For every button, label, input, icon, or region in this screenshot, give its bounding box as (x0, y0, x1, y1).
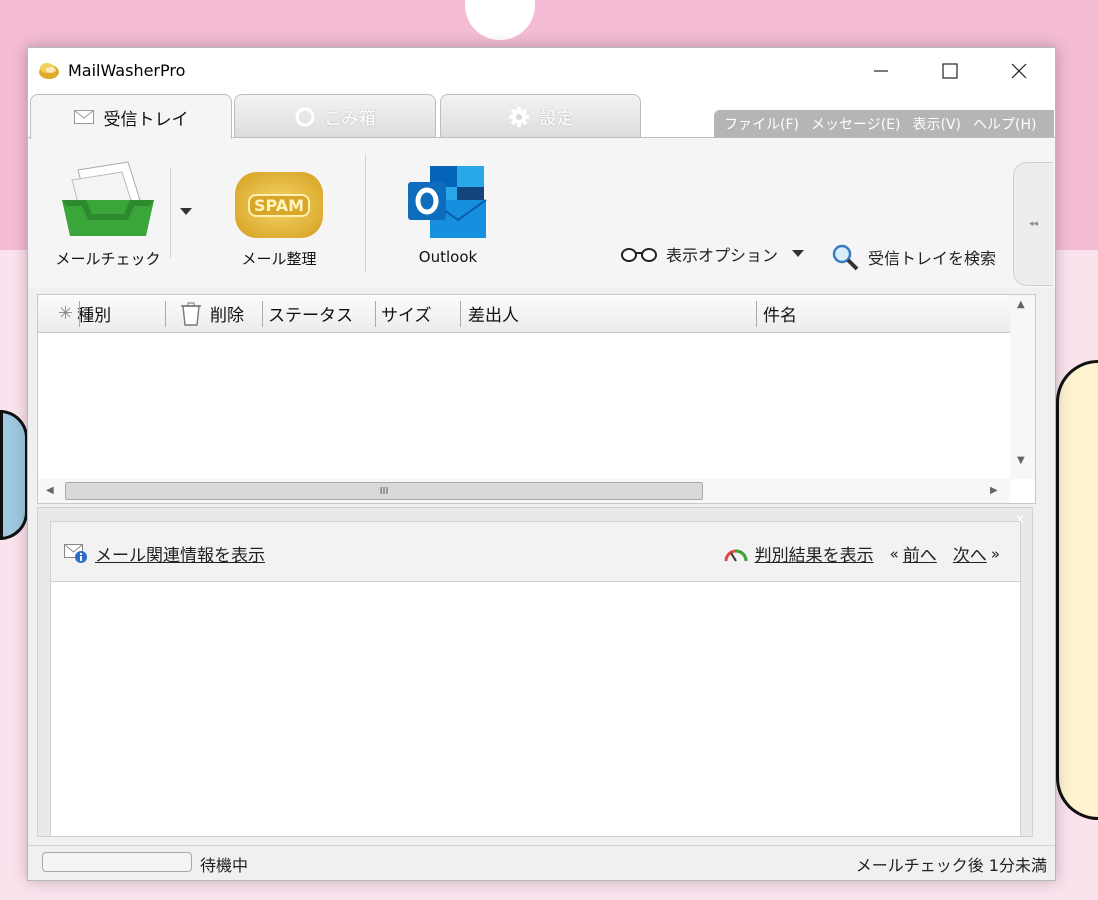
envelope-icon (73, 110, 94, 124)
col-divider (460, 301, 461, 327)
chevron-down-icon (180, 208, 192, 215)
close-button[interactable] (985, 48, 1053, 94)
col-status-label: ステータス (268, 306, 353, 326)
search-inbox-button[interactable]: 受信トレイを検索 (830, 242, 996, 272)
mail-info-link-group[interactable]: メール関連情報を表示 (64, 541, 265, 566)
close-icon (1011, 63, 1027, 79)
menu-view[interactable]: 表示(V) (912, 114, 961, 134)
sparkle-icon: ✳ (58, 303, 74, 324)
tab-inbox[interactable]: 受信トレイ (30, 94, 232, 139)
horizontal-scroll-thumb[interactable]: III (65, 482, 703, 500)
col-divider (165, 301, 166, 327)
mail-sort-button[interactable]: SPAM メール整理 (223, 162, 333, 272)
last-check-text: メールチェック後 1分未満 (855, 856, 1047, 875)
message-list: ✳ 種別 削除 ステータス サイズ 差出人 件名 ▲ ▼ ◀ III ▶ (37, 294, 1036, 504)
col-type[interactable]: ✳ 種別 (58, 295, 111, 332)
menu-bar: ファイル(F) メッセージ(E) 表示(V) ヘルプ(H) (714, 110, 1054, 138)
preview-panel: x メール関連情報を表示 判別結果を表示 « 前へ 次へ » (37, 507, 1033, 837)
col-size[interactable]: サイズ (381, 295, 432, 332)
col-divider (756, 301, 757, 327)
gauge-icon (724, 549, 748, 562)
tab-settings-label: 設定 (539, 109, 574, 129)
outlook-button[interactable]: Outlook (398, 162, 498, 272)
col-delete[interactable]: 削除 (180, 295, 244, 332)
wallpaper-character-right (1056, 360, 1098, 820)
outlook-label: Outlook (418, 248, 478, 266)
glasses-icon (621, 248, 657, 262)
scroll-down-icon[interactable]: ▼ (1017, 455, 1025, 466)
scroll-right-icon[interactable]: ▶ (990, 485, 998, 496)
trash-icon (181, 302, 201, 326)
prev-marker: « (889, 544, 899, 563)
menu-message[interactable]: メッセージ(E) (811, 114, 901, 134)
mailwasher-logo-icon (38, 60, 60, 80)
col-status[interactable]: ステータス (268, 295, 353, 332)
minimize-icon (874, 70, 888, 72)
scroll-thumb-grip: III (379, 485, 389, 497)
title-bar: MailWasherPro (28, 48, 1055, 94)
double-chevron-left-icon: ◂◂ (1028, 219, 1039, 229)
search-icon (832, 244, 859, 271)
prev-link[interactable]: 前へ (903, 541, 937, 566)
mail-check-label: メールチェック (55, 250, 161, 268)
message-list-header: ✳ 種別 削除 ステータス サイズ 差出人 件名 (38, 295, 1010, 333)
col-divider (262, 301, 263, 327)
col-divider (375, 301, 376, 327)
col-size-label: サイズ (381, 306, 432, 326)
scroll-up-icon[interactable]: ▲ (1017, 299, 1025, 310)
maximize-button[interactable] (916, 48, 984, 94)
col-subject[interactable]: 件名 (763, 295, 797, 332)
tab-inbox-label: 受信トレイ (103, 109, 189, 130)
ribbon-toolbar: メールチェック SPAM メール整理 Outlook 表示オプション 受信トレイ… (28, 138, 1055, 288)
preview-header: メール関連情報を表示 判別結果を表示 « 前へ 次へ » (51, 522, 1020, 582)
view-options-button[interactable]: 表示オプション (620, 242, 805, 266)
col-delete-label: 削除 (210, 306, 244, 326)
chevron-down-icon (792, 250, 805, 257)
vertical-scrollbar[interactable]: ▲ ▼ (1010, 295, 1035, 479)
horizontal-scrollbar[interactable]: ◀ III ▶ (38, 479, 1010, 503)
gear-icon (508, 106, 530, 128)
ribbon-separator (365, 154, 366, 272)
tab-row: 受信トレイ ごみ箱 設定 ファイル(F) メッセージ(E) 表示(V) ヘルプ(… (28, 94, 1055, 139)
status-text: 待機中 (200, 856, 249, 875)
progress-bar (42, 852, 192, 872)
menu-file[interactable]: ファイル(F) (724, 114, 799, 134)
preview-nav: 判別結果を表示 « 前へ 次へ » (724, 541, 1000, 566)
col-sender[interactable]: 差出人 (468, 295, 519, 332)
col-divider (79, 301, 80, 327)
mail-check-dropdown[interactable] (170, 168, 195, 258)
mail-info-link[interactable]: メール関連情報を表示 (95, 541, 265, 566)
spam-icon: SPAM (235, 172, 323, 238)
tab-trash[interactable]: ごみ箱 (234, 94, 436, 138)
maximize-icon (942, 63, 958, 79)
search-inbox-label: 受信トレイを検索 (868, 249, 997, 268)
col-sender-label: 差出人 (468, 306, 519, 326)
next-link[interactable]: 次へ (953, 541, 987, 566)
outlook-icon (408, 166, 487, 238)
tab-trash-label: ごみ箱 (324, 109, 376, 129)
wallpaper-character-left (0, 410, 28, 540)
scroll-left-icon[interactable]: ◀ (46, 485, 54, 496)
next-marker: » (990, 544, 1000, 563)
recycle-icon (295, 107, 315, 127)
collapse-panel-tab[interactable]: ◂◂ (1013, 162, 1053, 286)
col-subject-label: 件名 (763, 306, 797, 326)
status-bar: 待機中 メールチェック後 1分未満 (28, 845, 1055, 880)
spam-icon-text: SPAM (247, 193, 311, 217)
mail-sort-label: メール整理 (241, 250, 317, 268)
minimize-button[interactable] (847, 48, 915, 94)
view-options-label: 表示オプション (666, 246, 779, 265)
main-window: MailWasherPro 受信トレイ ごみ箱 設定 ファイル(F) メッセージ… (27, 47, 1056, 881)
mail-info-icon (64, 543, 87, 563)
col-type-label: 種別 (77, 306, 112, 326)
app-title: MailWasherPro (68, 61, 186, 80)
menu-help[interactable]: ヘルプ(H) (973, 114, 1036, 134)
result-link[interactable]: 判別結果を表示 (755, 541, 874, 566)
preview-content: メール関連情報を表示 判別結果を表示 « 前へ 次へ » (50, 521, 1021, 837)
inbox-tray-icon (62, 161, 154, 236)
tab-settings[interactable]: 設定 (440, 94, 641, 138)
mail-check-button[interactable]: メールチェック (50, 160, 180, 270)
